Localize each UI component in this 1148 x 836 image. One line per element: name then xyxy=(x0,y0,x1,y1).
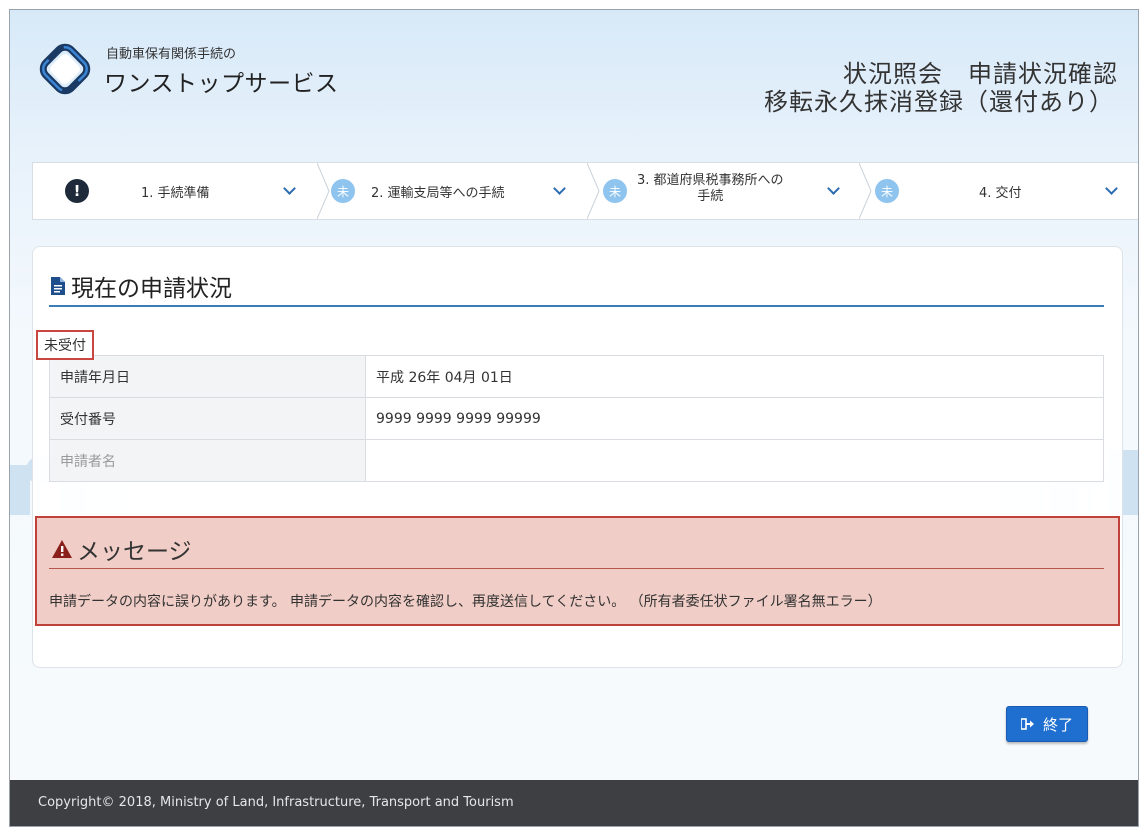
pending-icon: 未 xyxy=(603,179,627,203)
finish-button[interactable]: 終了 xyxy=(1006,706,1088,742)
step-label: 4. 交付 xyxy=(979,186,1022,201)
chevron-down-icon xyxy=(1105,182,1118,195)
step-1-preparation[interactable]: ! 1. 手続準備 xyxy=(33,163,325,219)
table-row: 申請者名 xyxy=(49,439,1104,482)
step-label: 2. 運輸支局等への手続 xyxy=(371,186,505,201)
document-icon xyxy=(51,277,65,295)
step-label-line2: 手続 xyxy=(697,189,724,204)
page-subtitle: 移転永久抹消登録（還付あり） xyxy=(764,88,1114,116)
step-separator xyxy=(587,163,600,219)
step-separator xyxy=(859,163,872,219)
step-2-transport-bureau[interactable]: 未 2. 運輸支局等への手続 xyxy=(331,163,595,219)
step-3-prefectural-tax-office[interactable]: 未 3. 都道府県税事務所への 手続 xyxy=(603,163,863,219)
row-value: 9999 9999 9999 99999 xyxy=(365,397,1104,440)
message-divider xyxy=(49,568,1104,569)
step-label: 3. 都道府県税事務所への 手続 xyxy=(637,173,784,205)
chevron-down-icon xyxy=(283,182,296,195)
error-message-box: メッセージ 申請データの内容に誤りがあります。 申請データの内容を確認し、再度送… xyxy=(35,516,1120,626)
row-label: 申請年月日 xyxy=(49,355,366,398)
procedure-steps-bar: ! 1. 手続準備 未 2. 運輸支局等への手続 未 3. 都道府県税事務所への… xyxy=(32,162,1138,220)
one-stop-service-logo-icon[interactable] xyxy=(36,40,94,98)
pending-icon: 未 xyxy=(331,179,355,203)
logo-title: ワンストップサービス xyxy=(104,71,339,97)
table-row: 受付番号 9999 9999 9999 99999 xyxy=(49,397,1104,440)
chevron-down-icon xyxy=(827,182,840,195)
section-title-text: 現在の申請状況 xyxy=(71,276,232,302)
chevron-down-icon xyxy=(553,182,566,195)
status-badge: 未受付 xyxy=(36,330,94,360)
row-value: 平成 26年 04月 01日 xyxy=(365,355,1104,398)
row-label: 受付番号 xyxy=(49,397,366,440)
message-text: 申請データの内容に誤りがあります。 申請データの内容を確認し、再度送信してくださ… xyxy=(49,594,882,610)
section-title: 現在の申請状況 xyxy=(51,269,232,303)
application-info-table: 申請年月日 平成 26年 04月 01日 受付番号 9999 9999 9999… xyxy=(49,355,1104,482)
alert-icon: ! xyxy=(65,179,89,203)
pending-icon: 未 xyxy=(875,179,899,203)
message-title: メッセージ xyxy=(51,532,192,566)
step-label: 1. 手続準備 xyxy=(141,186,210,201)
table-row: 申請年月日 平成 26年 04月 01日 xyxy=(49,355,1104,398)
footer: Copyright© 2018, Ministry of Land, Infra… xyxy=(10,780,1138,826)
step-4-issuance[interactable]: 未 4. 交付 xyxy=(875,163,1138,219)
application-status-panel: 現在の申請状況 申請年月日 平成 26年 04月 01日 受付番号 9999 9… xyxy=(32,246,1123,668)
app-window: 自動車保有関係手続の ワンストップサービス 状況照会 申請状況確認 移転永久抹消… xyxy=(9,9,1139,827)
row-label: 申請者名 xyxy=(49,439,366,482)
section-divider xyxy=(49,305,1104,307)
warning-icon xyxy=(52,540,72,558)
step-label-line1: 3. 都道府県税事務所への xyxy=(637,173,784,188)
logo-subtitle: 自動車保有関係手続の xyxy=(106,47,237,62)
step-separator xyxy=(317,163,330,219)
exit-icon xyxy=(1020,718,1034,730)
header: 自動車保有関係手続の ワンストップサービス 状況照会 申請状況確認 移転永久抹消… xyxy=(10,10,1138,150)
message-title-text: メッセージ xyxy=(77,539,192,565)
row-value xyxy=(365,439,1104,482)
copyright-text: Copyright© 2018, Ministry of Land, Infra… xyxy=(38,795,514,810)
finish-button-label: 終了 xyxy=(1042,715,1073,734)
